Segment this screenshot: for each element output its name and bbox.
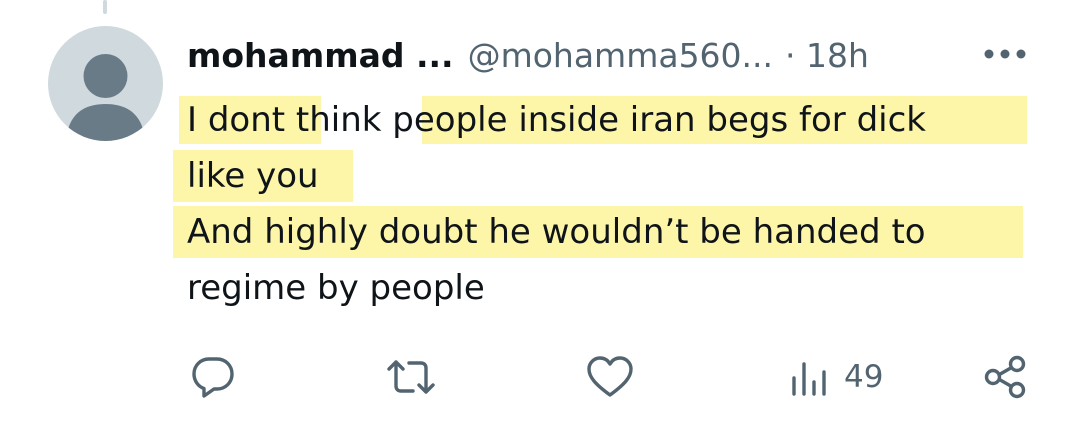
thread-connector-line [103,0,107,14]
tweet-line: like you [173,148,1047,204]
tweet-header: mohammad ... @mohamma560... · 18h [187,30,869,80]
more-horizontal-icon[interactable] [983,44,1027,64]
tweet-line-text: I dont think people inside iran begs for… [187,100,926,140]
heart-icon [587,356,633,397]
like-button[interactable] [585,352,635,402]
tweet-text: I dont think people inside iran begs for… [173,92,1047,316]
tweet-line-text: And highly doubt he wouldn’t be handed t… [187,212,926,252]
avatar[interactable] [48,26,163,141]
tweet-line: regime by people [187,260,1047,316]
timestamp[interactable]: · 18h [785,36,869,75]
retweet-icon [387,360,435,394]
reply-bubble-icon [192,357,234,398]
views-bar-chart-icon [792,362,826,396]
action-bar: 49 [0,352,1080,402]
display-name[interactable]: mohammad ... [187,36,454,75]
tweet-line: And highly doubt he wouldn’t be handed t… [173,204,1047,260]
views-count: 49 [844,359,884,395]
share-button[interactable] [983,352,1029,402]
share-nodes-icon [984,355,1026,399]
retweet-button[interactable] [385,352,437,402]
tweet-line-text: like you [187,156,319,196]
reply-button[interactable] [190,352,236,402]
default-avatar-icon [66,54,145,141]
user-handle[interactable]: @mohamma560... [468,36,773,75]
views-button[interactable]: 49 [790,352,883,402]
tweet-line: I dont think people inside iran begs for… [179,92,1047,148]
tweet-line-text: regime by people [187,268,485,308]
